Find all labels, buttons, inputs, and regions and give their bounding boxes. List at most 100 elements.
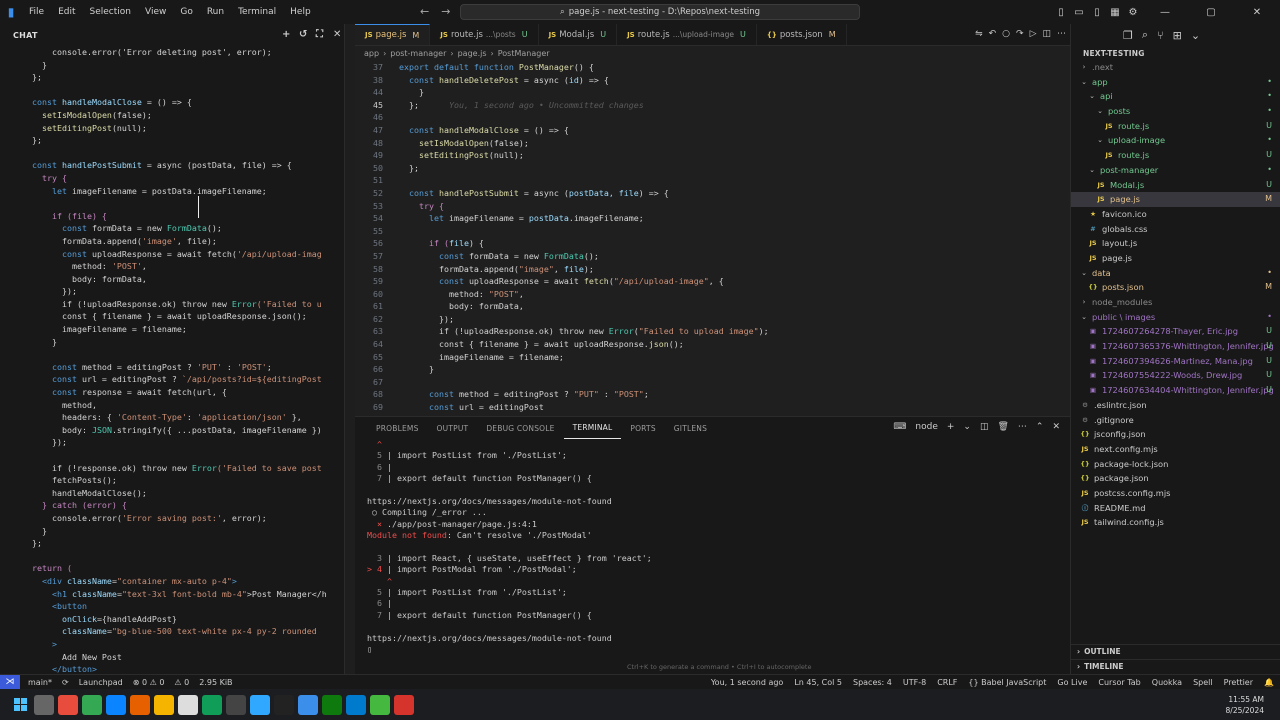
start-icon[interactable] (10, 695, 30, 715)
folder-item[interactable]: ⌄ public \ images • (1071, 310, 1280, 325)
file-explorer-icon[interactable] (154, 694, 174, 715)
problems-indicator[interactable]: ⊗ 0 ⚠ 0 (133, 678, 165, 687)
toggle-primary-sidebar-icon[interactable]: ▯ (1052, 7, 1070, 18)
status-item[interactable]: CRLF (937, 678, 957, 687)
folder-item[interactable]: ⌄ upload-image • (1071, 133, 1280, 148)
warnings-indicator[interactable]: ⚠ 0 (174, 678, 189, 687)
new-chat-plus-icon[interactable]: + (282, 29, 291, 40)
menu-item[interactable]: View (138, 7, 173, 17)
panel-tab[interactable]: PROBLEMS (367, 417, 428, 439)
toggle-panel-icon[interactable]: ▭ (1070, 7, 1088, 18)
run-icon[interactable]: ▷ (1030, 29, 1037, 39)
folder-item[interactable]: ⌄ posts • (1071, 104, 1280, 119)
panel-tab[interactable]: TERMINAL (563, 417, 622, 439)
app-icon[interactable] (370, 694, 390, 715)
dot-icon[interactable]: ○ (1002, 29, 1010, 39)
close-panel-icon[interactable]: ✕ (1052, 422, 1060, 432)
remote-icon[interactable]: ⋊ (0, 674, 20, 690)
app-icon[interactable] (298, 694, 318, 715)
chrome-icon[interactable] (82, 694, 102, 715)
file-item[interactable]: JS page.js (1071, 251, 1280, 266)
sync-icon[interactable]: ⟳ (62, 678, 69, 687)
more-actions-icon[interactable]: ⋯ (1057, 29, 1066, 39)
folder-item[interactable]: › .next (1071, 60, 1280, 75)
terminal-output[interactable]: ^ 5 | import PostList from './PostList';… (367, 439, 1057, 671)
firefox-icon[interactable] (130, 694, 150, 715)
status-item[interactable]: Spell (1193, 678, 1213, 687)
file-item[interactable]: {} jsconfig.json (1071, 427, 1280, 442)
branch-indicator[interactable]: main* (28, 678, 52, 687)
folder-item[interactable]: ⌄ api • (1071, 89, 1280, 104)
toggle-secondary-sidebar-icon[interactable]: ▯ (1088, 7, 1106, 18)
settings-gear-icon[interactable]: ⚙ (1124, 7, 1142, 18)
launchpad-button[interactable]: Launchpad (79, 678, 123, 687)
menu-item[interactable]: Edit (51, 7, 82, 17)
close-chat-icon[interactable]: ✕ (333, 29, 342, 40)
files-icon[interactable]: ❐ (1123, 29, 1133, 42)
explorer-title[interactable]: NEXT-TESTING (1071, 46, 1280, 60)
editor-tab[interactable]: JS Modal.js U (539, 24, 618, 45)
chevron-down-icon[interactable]: ⌄ (1191, 29, 1200, 42)
close-window-icon[interactable]: ✕ (1234, 7, 1280, 18)
editor-tab[interactable]: JS route.js ...\posts U (430, 24, 539, 45)
app-icon[interactable] (394, 694, 414, 715)
file-item[interactable]: ⚙ .gitignore (1071, 413, 1280, 428)
cursor-app-icon[interactable] (226, 694, 246, 715)
compare-icon[interactable]: ⇋ (975, 29, 983, 39)
file-item[interactable]: JS next.config.mjs (1071, 442, 1280, 457)
panel-tab[interactable]: OUTPUT (428, 417, 478, 439)
photoshop-icon[interactable] (250, 694, 270, 715)
terminal-icon[interactable] (274, 694, 294, 715)
breadcrumb-item[interactable]: page.js (458, 49, 487, 58)
file-item[interactable]: JS tailwind.config.js (1071, 515, 1280, 530)
taskbar-clock[interactable]: 11:55 AM 8/25/2024 (1226, 694, 1264, 716)
more-actions-icon[interactable]: ⋯ (1018, 422, 1027, 432)
revert-icon[interactable]: ↶ (989, 29, 997, 39)
file-item[interactable]: JS page.js M (1071, 192, 1280, 207)
menu-item[interactable]: Selection (83, 7, 138, 17)
menu-item[interactable]: Help (283, 7, 318, 17)
outline-section[interactable]: › OUTLINE (1071, 644, 1280, 658)
file-item[interactable]: ▣ 1724607394626-Martinez, Mana.jpg U (1071, 354, 1280, 369)
status-item[interactable]: Prettier (1224, 678, 1253, 687)
chat-code-block[interactable]: console.error('Error deleting post', err… (0, 46, 345, 674)
breadcrumb-item[interactable]: app (364, 49, 379, 58)
timeline-section[interactable]: › TIMELINE (1071, 659, 1280, 673)
forward-arrow-icon[interactable]: → (441, 5, 450, 18)
split-terminal-icon[interactable]: ◫ (980, 422, 989, 432)
menu-item[interactable]: Run (200, 7, 231, 17)
menu-item[interactable]: Go (173, 7, 199, 17)
file-item[interactable]: {} package.json (1071, 471, 1280, 486)
command-center[interactable]: ⌕ page.js - next-testing - D:\Repos\next… (460, 4, 860, 20)
file-item[interactable]: JS route.js U (1071, 119, 1280, 134)
dropdown-chevron-icon[interactable]: ⌄ (963, 422, 971, 432)
file-item[interactable]: ▣ 1724607634404-Whittington, Jennifer.jpg… (1071, 383, 1280, 398)
back-arrow-icon[interactable]: ← (420, 5, 429, 18)
trash-icon[interactable]: 🗑 (997, 422, 1008, 432)
file-item[interactable]: {} posts.json M (1071, 280, 1280, 295)
file-item[interactable]: {} package-lock.json (1071, 457, 1280, 472)
editor-tab[interactable]: {} posts.json M (757, 24, 847, 45)
file-item[interactable]: JS layout.js (1071, 236, 1280, 251)
file-item[interactable]: JS postcss.config.mjs (1071, 486, 1280, 501)
maximize-icon[interactable]: ▢ (1188, 7, 1234, 18)
breadcrumb-item[interactable]: PostManager (498, 49, 550, 58)
folder-item[interactable]: ⌄ app • (1071, 75, 1280, 90)
menu-item[interactable]: Terminal (231, 7, 283, 17)
status-item[interactable]: {} Babel JavaScript (968, 678, 1046, 687)
editor-tab[interactable]: JS page.js M (355, 24, 431, 45)
status-item[interactable]: Spaces: 4 (853, 678, 892, 687)
panel-tab[interactable]: DEBUG CONSOLE (477, 417, 563, 439)
breadcrumb-item[interactable]: post-manager (390, 49, 446, 58)
app-icon[interactable] (322, 694, 342, 715)
layout-icon[interactable]: ▦ (1106, 7, 1124, 18)
panel-tab[interactable]: PORTS (621, 417, 664, 439)
menu-item[interactable]: File (22, 7, 51, 17)
terminal-shell-label[interactable]: node (915, 422, 937, 432)
file-item[interactable]: ⓘ README.md (1071, 501, 1280, 516)
file-item[interactable]: ★ favicon.ico (1071, 207, 1280, 222)
extensions-icon[interactable]: ⊞ (1173, 29, 1182, 42)
folder-item[interactable]: › node_modules (1071, 295, 1280, 310)
search-icon[interactable] (34, 694, 54, 715)
new-terminal-plus-icon[interactable]: + (947, 422, 955, 432)
